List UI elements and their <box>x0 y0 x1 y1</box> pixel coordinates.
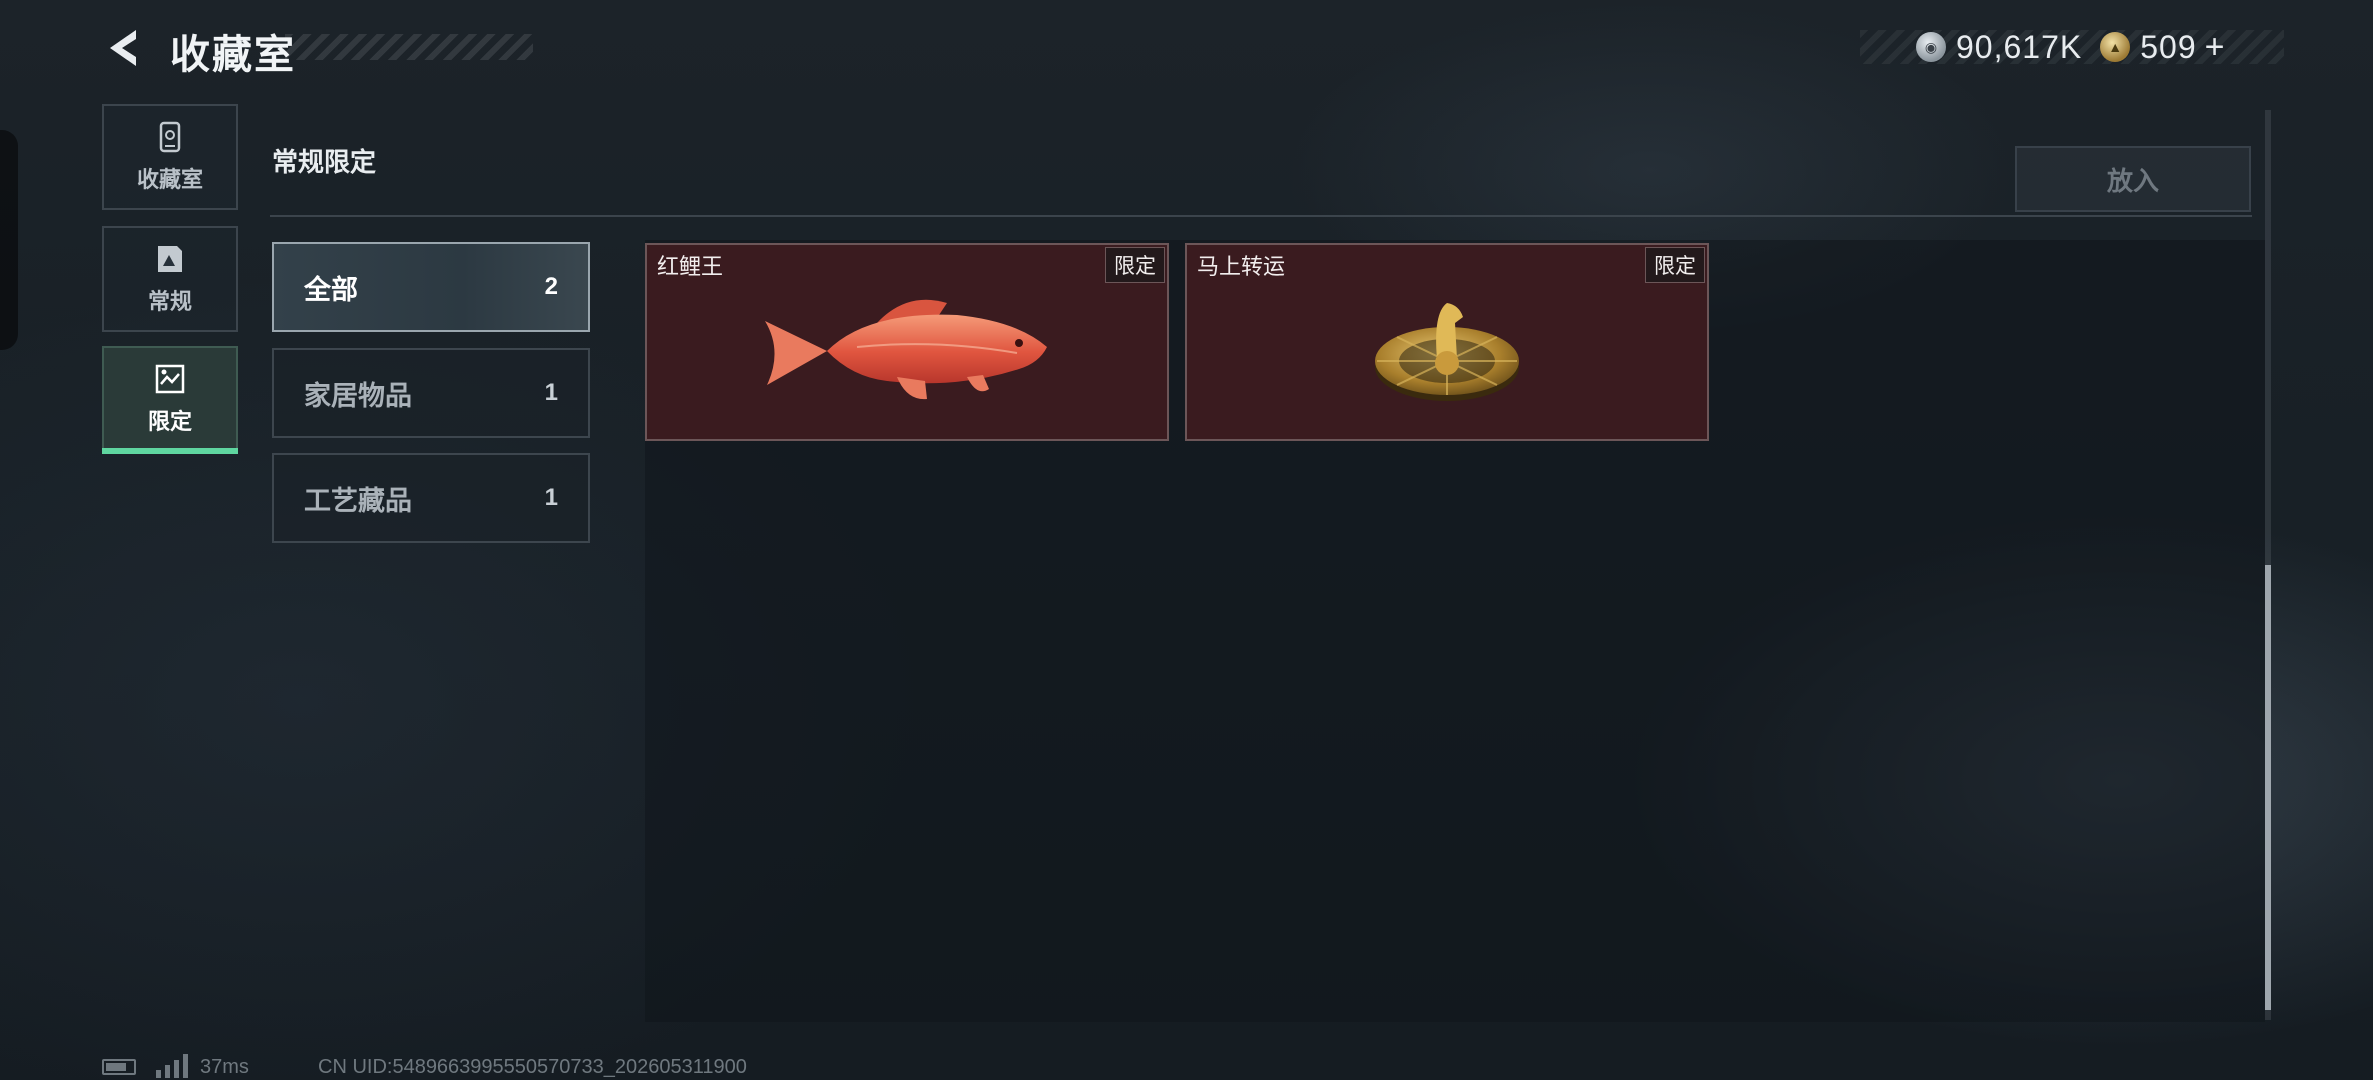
section-divider <box>270 215 2252 217</box>
filter-home-items[interactable]: 家居物品 1 <box>272 348 590 438</box>
filter-label: 全部 <box>304 274 358 305</box>
uid-text: CN UID:5489663995550570733_202605311900 <box>318 1056 747 1078</box>
filter-count: 1 <box>544 379 558 406</box>
page-title: 收藏室 <box>170 33 296 77</box>
filter-count: 1 <box>544 484 558 511</box>
edge-handle[interactable] <box>0 130 18 350</box>
active-indicator <box>102 448 238 454</box>
back-arrow-icon <box>110 30 136 66</box>
sidebar-item-collection[interactable]: 收藏室 <box>102 104 238 210</box>
silver-coin-icon: ◉ <box>1916 32 1946 62</box>
section-title: 常规限定 <box>272 147 377 177</box>
gold-coin-amount: 509 <box>2140 28 2197 65</box>
signal-icon <box>156 1054 188 1078</box>
regular-icon <box>158 246 182 272</box>
currency-bar: ◉ 90,617K ▲ 509 + <box>1860 28 2284 67</box>
item-name: 红鲤王 <box>657 254 724 279</box>
sidebar-item-limited[interactable]: 限定 <box>102 346 238 450</box>
sidebar-item-label: 收藏室 <box>136 167 203 192</box>
add-currency-button[interactable]: + <box>2205 28 2225 67</box>
put-in-button[interactable]: 放入 <box>2015 146 2251 212</box>
item-name: 马上转运 <box>1197 254 1286 279</box>
red-carp-icon <box>765 299 1047 400</box>
sidebar-item-label: 常规 <box>147 289 192 314</box>
filter-label: 家居物品 <box>304 380 412 411</box>
sidebar-item-label: 限定 <box>147 409 192 434</box>
title-decoration <box>285 34 533 60</box>
limited-icon <box>155 364 185 394</box>
filter-crafts[interactable]: 工艺藏品 1 <box>272 453 590 543</box>
scrollbar-thumb[interactable] <box>2265 565 2271 1010</box>
silver-coin-amount: 90,617K <box>1956 28 2083 65</box>
horse-fortune-disc-icon <box>1375 303 1519 401</box>
limited-tag: 限定 <box>1645 247 1705 283</box>
collection-icon <box>159 121 181 153</box>
item-card-red-carp[interactable]: 红鲤王 限定 <box>645 243 1169 441</box>
limited-tag: 限定 <box>1105 247 1165 283</box>
battery-icon <box>102 1059 136 1075</box>
back-button[interactable] <box>100 24 148 72</box>
filter-count: 2 <box>544 273 558 300</box>
ping-text: 37ms <box>200 1056 249 1078</box>
filter-all[interactable]: 全部 2 <box>272 242 590 332</box>
sidebar-item-regular[interactable]: 常规 <box>102 226 238 332</box>
item-card-horse-fortune[interactable]: 马上转运 限定 <box>1185 243 1709 441</box>
gold-coin-icon: ▲ <box>2100 32 2131 62</box>
filter-label: 工艺藏品 <box>304 485 412 516</box>
